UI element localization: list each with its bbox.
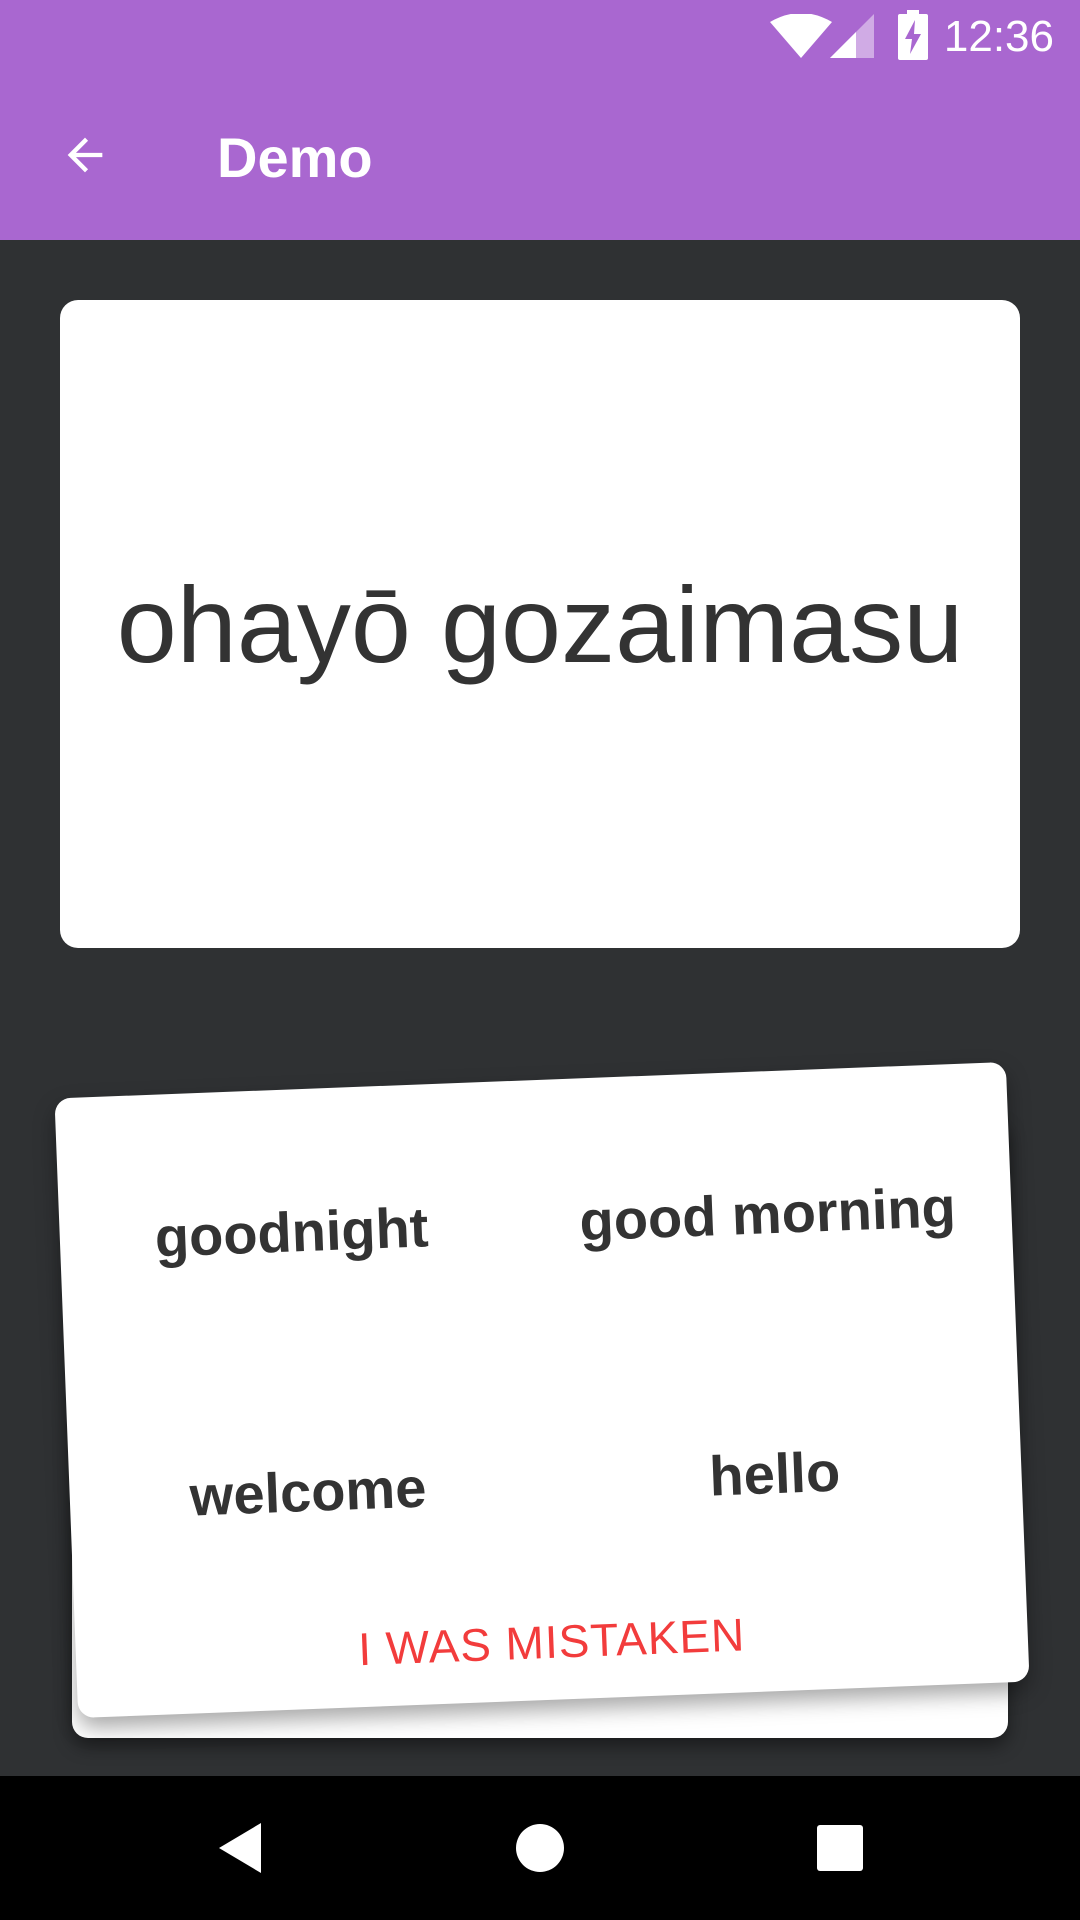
nav-recents-button[interactable] [790,1798,890,1898]
nav-recents-icon [817,1825,863,1871]
back-button[interactable] [40,115,130,195]
page-title: Demo [217,126,373,189]
battery-charging-icon [898,10,928,60]
status-time: 12:36 [943,12,1054,61]
answer-option[interactable]: goodnight [154,1194,430,1269]
prompt-card: ohayō gozaimasu [60,300,1020,948]
signal-icon [830,14,874,58]
app-bar: Demo [0,75,1080,240]
answer-option[interactable]: good morning [578,1174,957,1253]
answer-option[interactable]: hello [708,1439,841,1509]
arrow-back-icon [67,137,103,173]
nav-back-button[interactable] [190,1798,290,1898]
navigation-bar [0,1776,1080,1920]
nav-back-icon [219,1823,261,1873]
mistaken-button[interactable]: I WAS MISTAKEN [75,1597,1028,1688]
status-bar: 12:36 [0,0,1080,75]
app-header: 12:36 Demo [0,0,1080,240]
answer-option[interactable]: welcome [189,1455,428,1529]
wifi-icon [770,14,832,58]
nav-home-icon [516,1824,564,1872]
prompt-text: ohayō gozaimasu [116,563,964,685]
nav-home-button[interactable] [490,1798,590,1898]
answer-card: goodnight good morning welcome hello I W… [54,1061,1030,1719]
